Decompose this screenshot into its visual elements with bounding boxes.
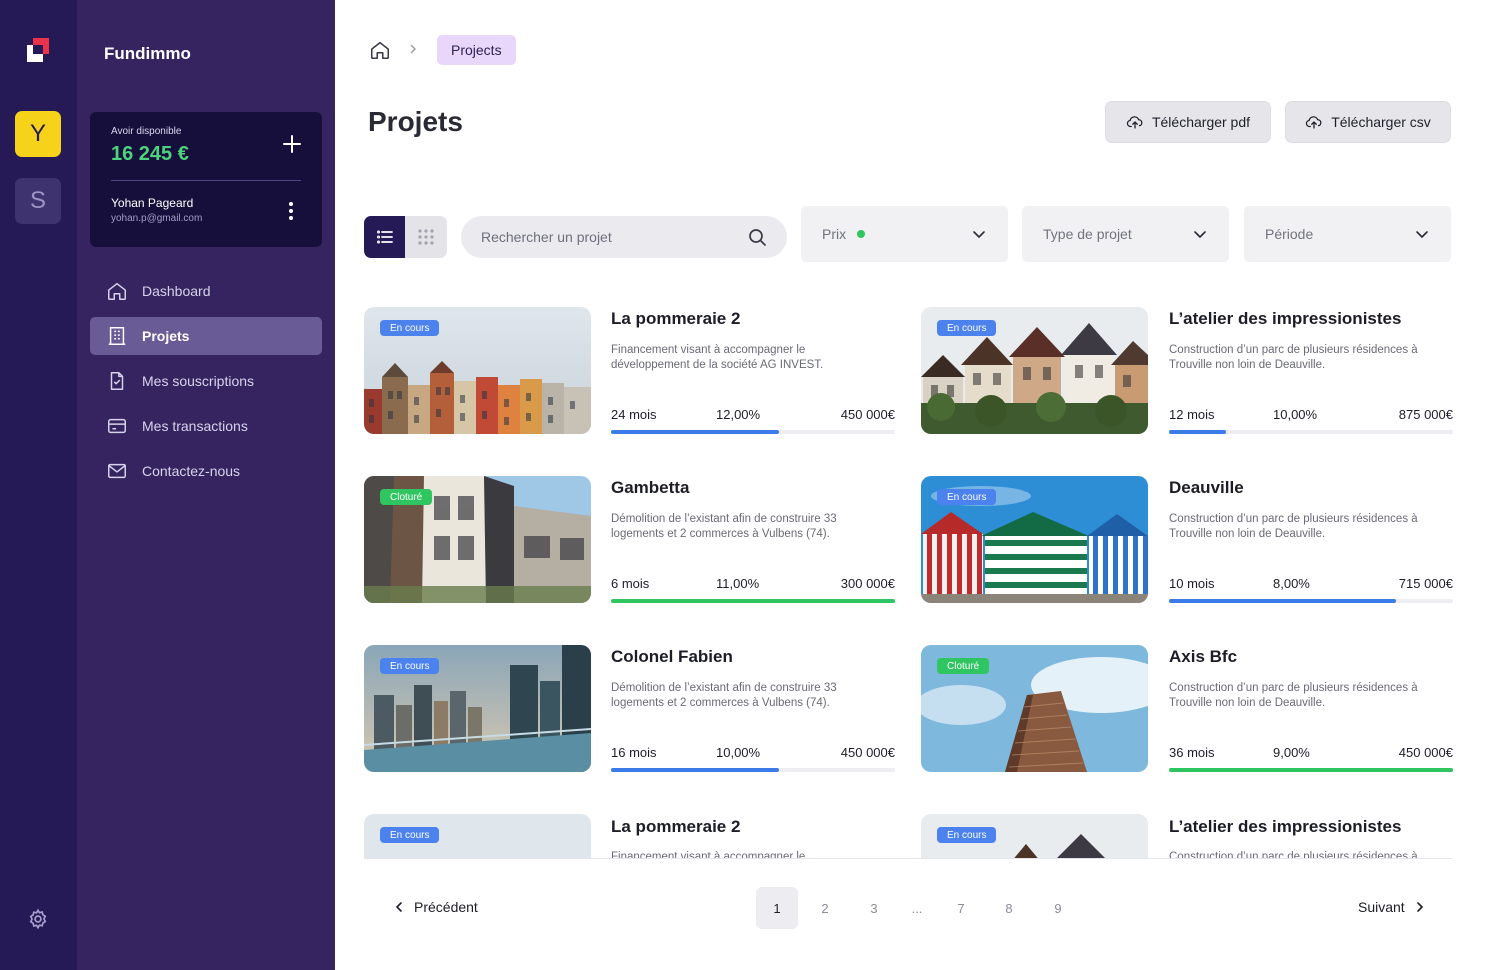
page-9[interactable]: 9 xyxy=(1037,887,1079,929)
project-rate: 10,00% xyxy=(1273,407,1318,422)
page-2[interactable]: 2 xyxy=(804,887,846,929)
page-7[interactable]: 7 xyxy=(940,887,982,929)
project-image[interactable]: En cours xyxy=(364,645,591,772)
page-ellipsis: ... xyxy=(911,900,923,916)
project-title[interactable]: La pommeraie 2 xyxy=(611,817,740,837)
project-progress xyxy=(1169,599,1453,603)
project-image[interactable]: Cloturé xyxy=(921,645,1148,772)
project-description: Financement visant à accompagner le déve… xyxy=(611,851,806,858)
project-title[interactable]: Colonel Fabien xyxy=(611,647,733,667)
project-title[interactable]: Deauville xyxy=(1169,478,1244,498)
status-badge: En cours xyxy=(380,658,440,674)
page-3[interactable]: 3 xyxy=(853,887,895,929)
project-title[interactable]: Gambetta xyxy=(611,478,689,498)
project-description: Démolition de l’existant afin de constru… xyxy=(611,682,837,709)
progress-fill xyxy=(611,430,779,434)
previous-page-button[interactable]: Précédent xyxy=(392,896,478,918)
project-image[interactable]: En cours xyxy=(921,476,1148,603)
project-description: Construction d’un parc de plusieurs rési… xyxy=(1169,513,1418,540)
project-duration: 16 mois xyxy=(611,745,657,760)
project-amount: 875 000€ xyxy=(1398,407,1453,422)
progress-fill xyxy=(1169,599,1397,603)
status-badge: Cloturé xyxy=(937,658,990,674)
project-list: En cours La pommeraie 2 Financement visa… xyxy=(0,0,1500,858)
project-title[interactable]: La pommeraie 2 xyxy=(611,309,740,329)
project-progress xyxy=(611,599,895,603)
project-title[interactable]: Axis Bfc xyxy=(1169,647,1237,667)
status-badge: En cours xyxy=(380,827,440,843)
project-duration: 6 mois xyxy=(611,576,650,591)
project-amount: 450 000€ xyxy=(1398,745,1453,760)
project-duration: 10 mois xyxy=(1169,576,1215,591)
project-duration: 12 mois xyxy=(1169,407,1215,422)
progress-fill xyxy=(611,768,779,772)
project-image[interactable]: En cours xyxy=(364,814,591,858)
project-progress xyxy=(611,430,895,434)
project-duration: 24 mois xyxy=(611,407,657,422)
next-page-button[interactable]: Suivant xyxy=(1358,896,1427,918)
project-amount: 450 000€ xyxy=(840,407,895,422)
project-description: Construction d’un parc de plusieurs rési… xyxy=(1169,344,1418,371)
project-description: Démolition de l’existant afin de constru… xyxy=(611,513,837,540)
project-amount: 715 000€ xyxy=(1398,576,1453,591)
project-duration: 36 mois xyxy=(1169,745,1215,760)
status-badge: En cours xyxy=(380,320,440,336)
project-title[interactable]: L’atelier des impressionistes xyxy=(1169,309,1401,329)
project-description: Construction d’un parc de plusieurs rési… xyxy=(1169,682,1418,709)
project-description: Financement visant à accompagner le déve… xyxy=(611,344,824,371)
chevron-left-icon xyxy=(395,902,402,912)
project-rate: 10,00% xyxy=(716,745,761,760)
project-progress xyxy=(1169,768,1453,772)
project-rate: 9,00% xyxy=(1273,745,1310,760)
project-progress xyxy=(611,768,895,772)
progress-fill xyxy=(1169,768,1453,772)
project-rate: 12,00% xyxy=(716,407,761,422)
project-progress xyxy=(1169,430,1453,434)
progress-fill xyxy=(1169,430,1226,434)
progress-fill xyxy=(611,599,895,603)
page-8[interactable]: 8 xyxy=(988,887,1030,929)
project-rate: 8,00% xyxy=(1273,576,1310,591)
status-badge: En cours xyxy=(937,827,997,843)
project-title[interactable]: L’atelier des impressionistes xyxy=(1169,817,1401,837)
project-image[interactable]: En cours xyxy=(921,307,1148,434)
gear-icon[interactable] xyxy=(27,908,49,930)
next-label: Suivant xyxy=(1358,899,1405,915)
status-badge: En cours xyxy=(937,320,997,336)
project-rate: 11,00% xyxy=(716,576,760,591)
project-image[interactable]: En cours xyxy=(364,307,591,434)
chevron-right-icon xyxy=(1416,902,1423,912)
list-divider xyxy=(364,858,1452,859)
previous-label: Précédent xyxy=(414,899,478,915)
project-description: Construction d’un parc de plusieurs rési… xyxy=(1169,851,1418,858)
page-1[interactable]: 1 xyxy=(756,887,798,929)
project-image[interactable]: En cours xyxy=(921,814,1148,858)
status-badge: En cours xyxy=(937,489,997,505)
project-amount: 450 000€ xyxy=(840,745,895,760)
project-amount: 300 000€ xyxy=(840,576,895,591)
project-image[interactable]: Cloturé xyxy=(364,476,591,603)
status-badge: Cloturé xyxy=(380,489,433,505)
